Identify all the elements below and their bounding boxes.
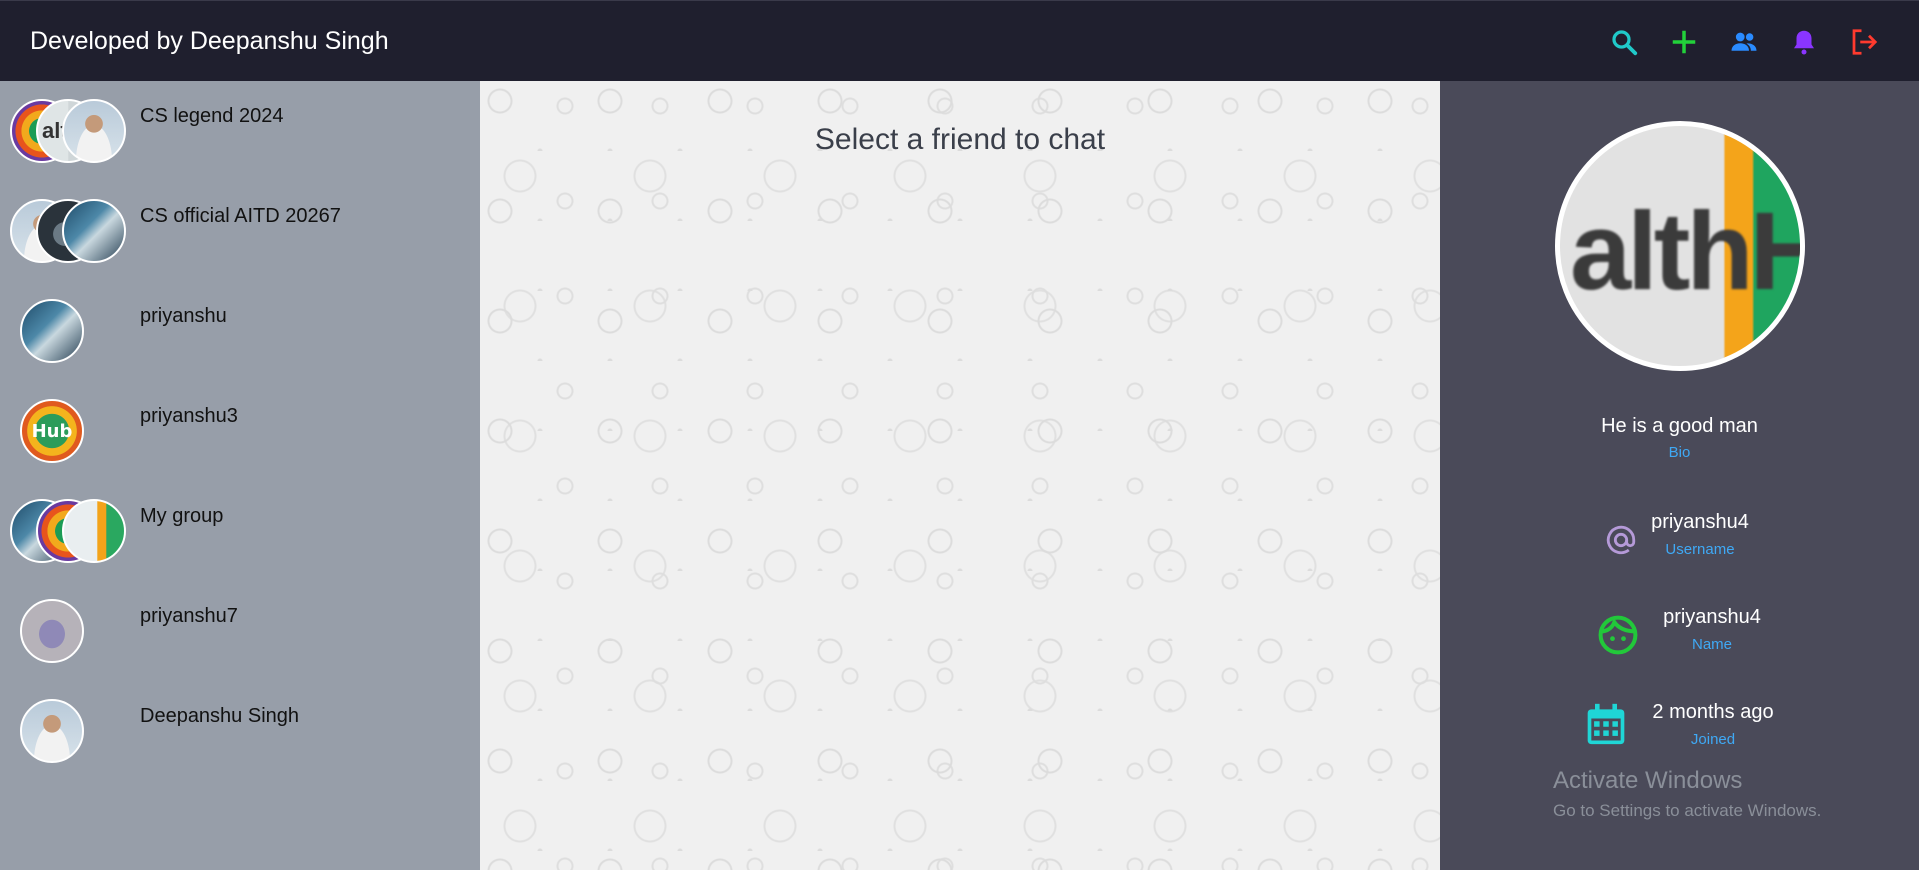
bell-icon <box>1794 30 1814 55</box>
bio-label: Bio <box>1668 444 1691 461</box>
watermark-title: Activate Windows <box>1553 767 1743 794</box>
user-avatar <box>10 699 126 765</box>
avatar <box>62 99 126 163</box>
name-text: priyanshu4 Name <box>1662 606 1762 653</box>
logout-button[interactable] <box>1847 25 1881 59</box>
group-avatars <box>10 499 126 565</box>
joined-value: 2 months ago <box>1652 701 1774 723</box>
avatar: Hub <box>20 399 84 463</box>
user-avatar <box>10 599 126 665</box>
search-icon <box>1612 30 1638 56</box>
joined-row: 2 months ago Joined <box>1440 701 1919 761</box>
users-icon <box>1731 32 1757 51</box>
profile-panel: althH He is a good man Bio priyanshu4 Us… <box>1440 81 1919 870</box>
chat-list-sidebar: altl CS legend 2024 CS official AITD 202… <box>0 81 480 870</box>
chat-list-item[interactable]: Hub priyanshu3 <box>0 381 480 481</box>
avatar <box>62 499 126 563</box>
name-row: priyanshu4 Name <box>1440 606 1919 666</box>
avatar <box>20 299 84 363</box>
chat-list-item[interactable]: priyanshu <box>0 281 480 381</box>
new-chat-button[interactable] <box>1667 25 1701 59</box>
avatar <box>62 199 126 263</box>
chat-window: Select a friend to chat <box>480 81 1440 870</box>
chat-name: CS legend 2024 <box>140 105 284 127</box>
group-avatars <box>10 199 126 265</box>
logout-icon <box>1852 29 1878 55</box>
chat-list-item[interactable]: altl CS legend 2024 <box>0 81 480 181</box>
chat-name: priyanshu7 <box>140 605 238 627</box>
avatar <box>20 599 84 663</box>
activate-windows-watermark: Activate Windows Go to Settings to activ… <box>1553 767 1821 821</box>
username-label: Username <box>1665 541 1735 558</box>
watermark-subtitle: Go to Settings to activate Windows. <box>1553 801 1822 820</box>
chat-name: Deepanshu Singh <box>140 705 300 727</box>
chat-name: My group <box>140 505 224 527</box>
chat-list-item[interactable]: priyanshu7 <box>0 581 480 681</box>
name-label: Name <box>1691 636 1732 653</box>
joined-text: 2 months ago Joined <box>1650 701 1776 748</box>
profile-avatar: althH <box>1555 121 1805 371</box>
at-icon <box>1598 517 1644 563</box>
chat-name: CS official AITD 20267 <box>140 205 341 227</box>
chat-list-item[interactable]: Deepanshu Singh <box>0 681 480 781</box>
chat-name: priyanshu3 <box>140 405 238 427</box>
chat-list-item[interactable]: CS official AITD 20267 <box>0 181 480 281</box>
calendar-icon <box>1583 701 1629 747</box>
bio-value: He is a good man <box>1601 415 1758 437</box>
user-avatar <box>10 299 126 365</box>
top-bar: Developed by Deepanshu Singh <box>0 0 1919 81</box>
search-button[interactable] <box>1607 25 1641 59</box>
username-value: priyanshu4 <box>1651 511 1749 533</box>
username-row: priyanshu4 Username <box>1440 511 1919 571</box>
face-icon <box>1595 612 1641 658</box>
notifications-button[interactable] <box>1787 25 1821 59</box>
joined-label: Joined <box>1690 731 1736 748</box>
name-value: priyanshu4 <box>1663 606 1761 628</box>
app-brand: Developed by Deepanshu Singh <box>30 27 389 55</box>
group-avatars: altl <box>10 99 126 165</box>
friends-button[interactable] <box>1727 25 1761 59</box>
avatar <box>20 699 84 763</box>
username-text: priyanshu4 Username <box>1650 511 1750 558</box>
user-avatar: Hub <box>10 399 126 465</box>
empty-chat-placeholder: Select a friend to chat <box>814 123 1106 156</box>
plus-icon <box>1672 30 1696 54</box>
header-actions <box>1607 25 1881 59</box>
chat-list-item[interactable]: My group <box>0 481 480 581</box>
chat-name: priyanshu <box>140 305 227 327</box>
bio-section: He is a good man Bio <box>1440 415 1919 461</box>
